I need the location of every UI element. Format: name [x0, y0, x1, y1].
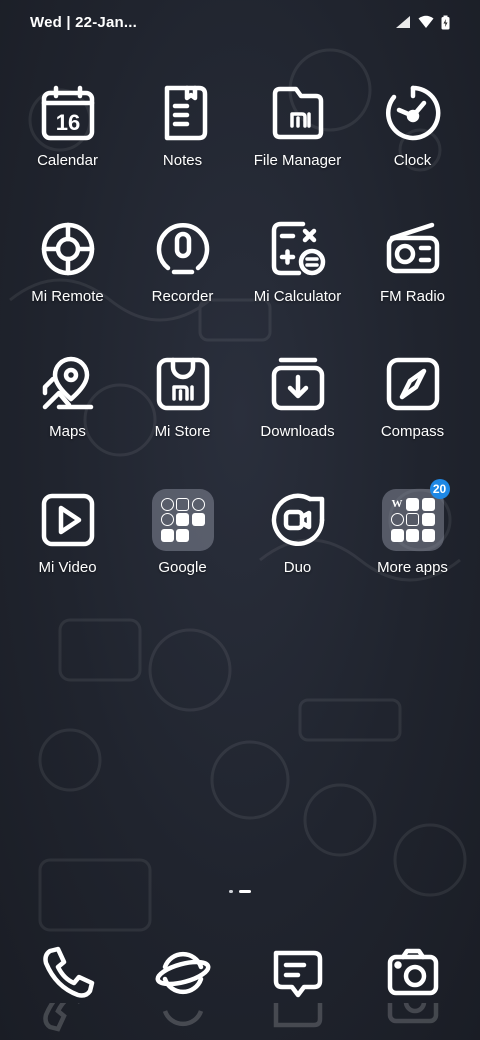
app-label: Downloads: [260, 423, 335, 440]
status-datetime: Wed | 22-Jan...: [30, 13, 137, 31]
dock-messages[interactable]: [240, 945, 355, 1033]
app-mi-calculator[interactable]: Mi Calculator: [240, 218, 355, 354]
folder-group-icon: [151, 488, 214, 551]
app-recorder[interactable]: Recorder: [125, 218, 240, 354]
app-maps[interactable]: Maps: [10, 353, 125, 489]
cv-app-icon: [406, 513, 419, 526]
empty-slot: [192, 529, 205, 542]
dock-camera[interactable]: [355, 945, 470, 1033]
folder-group-icon: W 20: [381, 478, 450, 551]
app-file-manager[interactable]: File Manager: [240, 82, 355, 218]
dock-reflection: [40, 1003, 96, 1033]
recorder-icon: [152, 218, 214, 280]
app-thumb-icon: [176, 528, 189, 542]
app-label: More apps: [377, 558, 448, 576]
messages-icon: [273, 950, 322, 998]
google-app-icon: [160, 497, 174, 511]
app-label: Mi Store: [154, 423, 211, 440]
app-thumb-icon: [421, 528, 435, 542]
app-label: FM Radio: [379, 287, 446, 305]
app-label: Mi Video: [38, 558, 97, 576]
app-duo[interactable]: Duo: [240, 489, 355, 625]
app-mi-video[interactable]: Mi Video: [10, 489, 125, 625]
assistant-app-icon: [191, 497, 205, 511]
map-pin-icon: [37, 353, 99, 415]
folder-preview-grid: W: [381, 488, 444, 551]
docs-app-icon: [176, 497, 189, 511]
app-thumb-icon: [406, 528, 419, 542]
app-mi-remote[interactable]: Mi Remote: [10, 218, 125, 354]
app-label: Duo: [283, 558, 312, 576]
store-bag-icon: [152, 353, 214, 415]
app-label: Maps: [49, 423, 86, 440]
app-label: Clock: [393, 152, 432, 169]
wifi-icon: [418, 15, 434, 28]
app-thumb-icon: [176, 513, 189, 526]
app-label: Compass: [380, 423, 445, 440]
app-clock[interactable]: Clock: [355, 82, 470, 218]
app-label: Calendar: [37, 152, 98, 169]
app-label: Recorder: [151, 287, 214, 305]
calendar-day: 16: [55, 110, 79, 135]
app-calendar[interactable]: 16 Calendar: [10, 82, 125, 218]
remote-icon: [37, 218, 99, 280]
app-label: Mi Calculator: [253, 287, 342, 305]
page-dot-active: [239, 890, 251, 893]
folder-more-apps[interactable]: W 20 More apps: [355, 478, 470, 625]
play-icon: [37, 489, 99, 551]
app-downloads[interactable]: Downloads: [240, 353, 355, 489]
notes-icon: [152, 82, 214, 144]
dock-reflection: [270, 1003, 326, 1033]
app-mi-store[interactable]: Mi Store: [125, 353, 240, 489]
app-notes[interactable]: Notes: [125, 82, 240, 218]
radio-icon: [382, 218, 444, 280]
download-icon: [267, 353, 329, 415]
camera-icon: [387, 948, 438, 996]
calendar-icon: 16: [37, 82, 99, 144]
app-fm-radio[interactable]: FM Radio: [355, 218, 470, 354]
folder-preview-grid: [151, 488, 214, 551]
photos-app-icon: [160, 513, 174, 526]
status-bar: Wed | 22-Jan...: [0, 0, 480, 44]
folder-icon: [267, 82, 329, 144]
refresh-app-icon: [390, 513, 404, 526]
status-icons: [395, 15, 450, 30]
wikipedia-app-icon: W: [391, 498, 403, 510]
phone-icon: [42, 946, 94, 998]
app-thumb-icon: [191, 513, 205, 526]
compass-icon: [382, 353, 444, 415]
app-thumb-icon: [421, 497, 435, 511]
dock: [10, 945, 470, 1033]
app-label: Notes: [162, 152, 203, 169]
page-indicator[interactable]: [0, 890, 480, 893]
cellular-signal-icon: [396, 16, 410, 28]
app-label: File Manager: [253, 152, 342, 169]
dock-phone[interactable]: [10, 945, 125, 1033]
notification-badge: 20: [429, 478, 450, 499]
home-screen: Wed | 22-Jan... 16 Calendar Notes File M…: [0, 0, 480, 1040]
app-thumb-icon: [160, 528, 174, 542]
folder-google[interactable]: Google: [125, 488, 240, 625]
app-grid: 16 Calendar Notes File Manager Clock Mi …: [10, 82, 470, 624]
app-thumb-icon: [390, 528, 404, 542]
calculator-icon: [267, 218, 329, 280]
clock-icon: [382, 82, 444, 144]
dock-browser[interactable]: [125, 945, 240, 1033]
video-call-icon: [267, 489, 329, 551]
app-label: Google: [158, 558, 207, 576]
app-compass[interactable]: Compass: [355, 353, 470, 489]
page-dot: [229, 890, 233, 893]
app-thumb-icon: [421, 513, 435, 526]
app-label: Mi Remote: [31, 287, 104, 305]
battery-charging-icon: [441, 15, 450, 29]
dock-reflection: [155, 1003, 211, 1033]
planet-browser-icon: [155, 951, 210, 995]
dock-reflection: [385, 1003, 441, 1033]
app-thumb-icon: [406, 497, 419, 511]
